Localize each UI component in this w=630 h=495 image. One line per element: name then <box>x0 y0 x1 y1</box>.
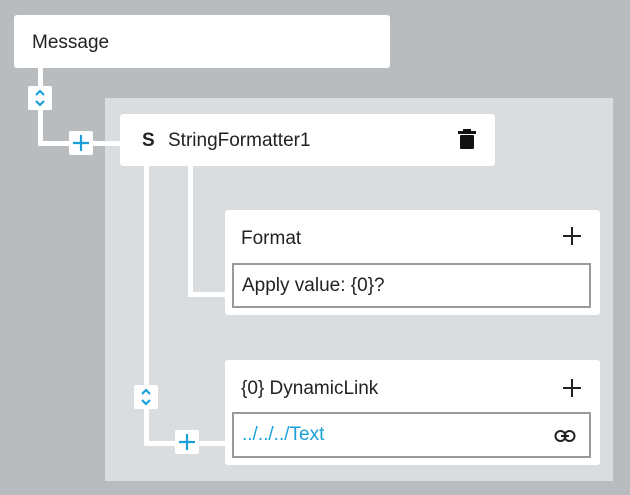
string-formatter-label: StringFormatter1 <box>168 130 311 151</box>
add-dynamic-link-button[interactable] <box>562 378 582 403</box>
format-value: Apply value: {0}? <box>242 274 385 296</box>
add-child-button[interactable] <box>69 131 93 155</box>
add-parameter-button[interactable] <box>175 430 199 454</box>
dynamic-link-path[interactable]: ../../../Text <box>242 424 324 446</box>
connector-format-vertical <box>188 166 193 297</box>
add-format-button[interactable] <box>562 224 582 250</box>
link-icon <box>554 430 576 442</box>
plus-icon <box>563 227 581 245</box>
format-input[interactable]: Apply value: {0}? <box>232 263 591 308</box>
chevron-up-down-icon <box>141 388 151 406</box>
reorder-button[interactable] <box>28 86 52 110</box>
plus-icon <box>563 379 581 397</box>
chevron-up-down-icon <box>35 89 45 107</box>
dynamic-link-input[interactable]: ../../../Text <box>232 412 591 458</box>
delete-button[interactable] <box>457 128 479 152</box>
plus-icon <box>73 135 89 151</box>
format-label: Format <box>241 228 302 249</box>
message-node[interactable]: Message <box>14 15 390 68</box>
trash-icon <box>458 129 476 149</box>
type-badge: S <box>142 130 155 151</box>
message-label: Message <box>32 32 110 53</box>
string-formatter-node[interactable]: S StringFormatter1 <box>120 114 495 166</box>
plus-icon <box>179 434 195 450</box>
dynamic-link-label: {0} DynamicLink <box>241 378 379 399</box>
dynamic-link-node: {0} DynamicLink ../../../Text <box>225 360 600 465</box>
reorder-child-button[interactable] <box>134 385 158 409</box>
connector-format-horizontal <box>188 292 225 297</box>
format-node: Format Apply value: {0}? <box>225 210 600 315</box>
link-button[interactable] <box>554 427 578 443</box>
